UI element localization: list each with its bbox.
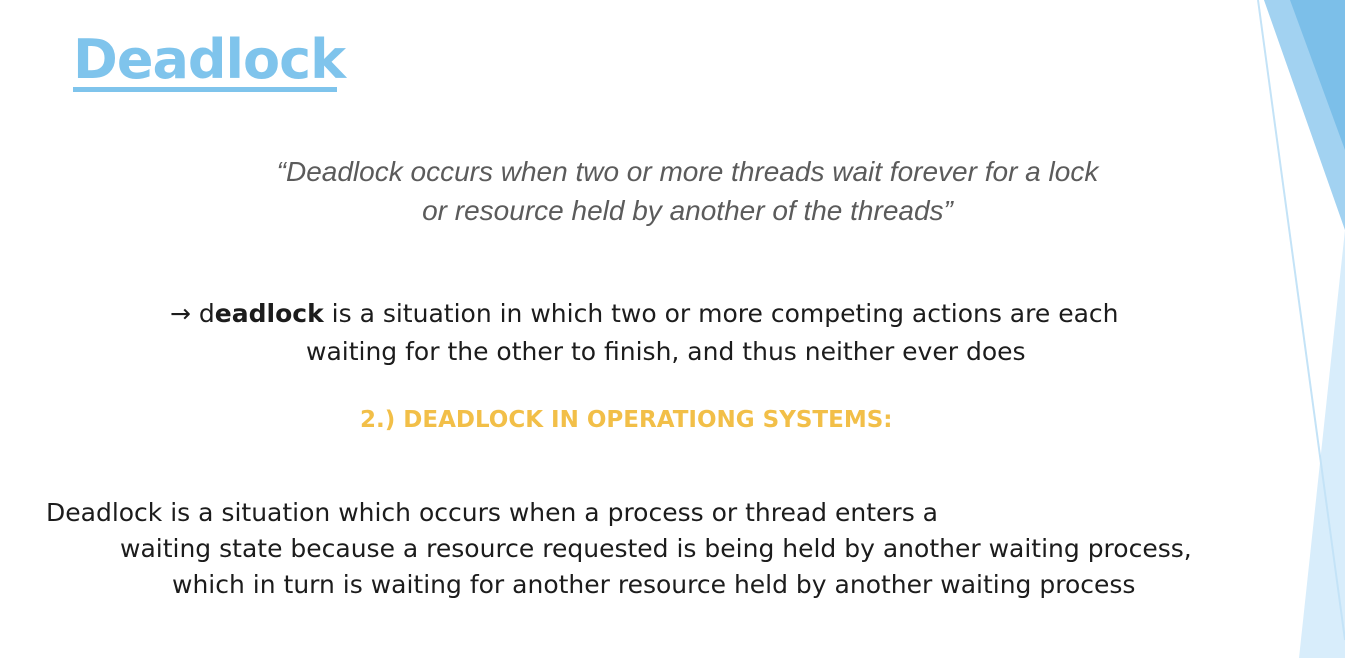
keyword-prefix: d [198, 299, 215, 328]
os-deadlock-paragraph: Deadlock is a situation which occurs whe… [46, 495, 1316, 603]
title-underline [73, 87, 337, 92]
quote-line-2: or resource held by another of the threa… [422, 195, 953, 226]
definition-text: → deadlock is a situation in which two o… [170, 295, 1250, 371]
definition-line-2: waiting for the other to finish, and thu… [306, 337, 1026, 366]
keyword-bold: eadlock [214, 299, 324, 328]
paragraph-line-2: waiting state because a resource request… [120, 534, 1192, 563]
slide: Deadlock “Deadlock occurs when two or mo… [0, 0, 1345, 658]
arrow-icon: → [170, 299, 191, 328]
slide-title: Deadlock [73, 28, 346, 91]
definition-line-1: is a situation in which two or more comp… [323, 299, 1119, 328]
paragraph-line-3: which in turn is waiting for another res… [172, 570, 1136, 599]
section-heading: 2.) DEADLOCK IN OPERATIONG SYSTEMS: [360, 407, 893, 433]
paragraph-line-1: Deadlock is a situation which occurs whe… [46, 498, 938, 527]
definition-quote: “Deadlock occurs when two or more thread… [160, 152, 1215, 230]
quote-line-1: “Deadlock occurs when two or more thread… [276, 156, 1099, 187]
